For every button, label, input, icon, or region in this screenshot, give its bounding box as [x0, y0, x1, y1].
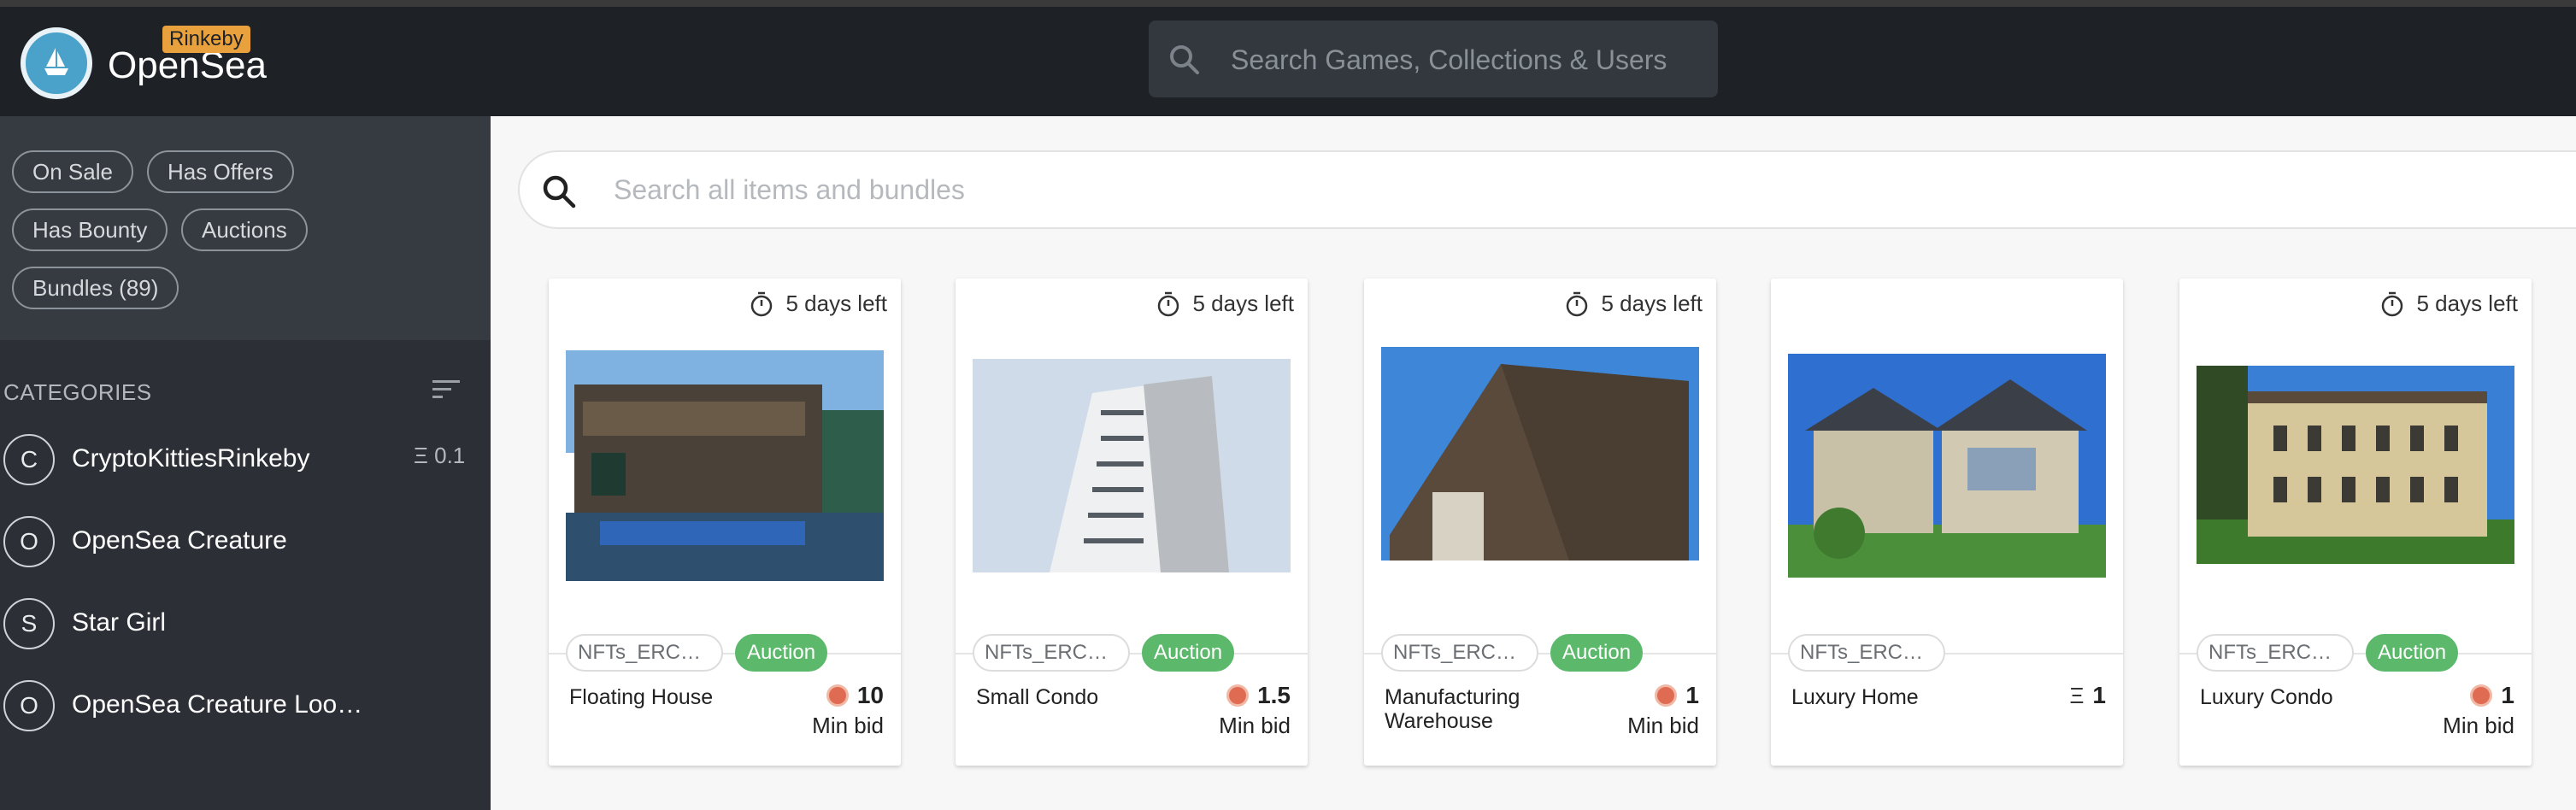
asset-card-luxury-condo[interactable]: 5 days left NFTs_ERC7… Auction Luxury Co… [2179, 279, 2532, 766]
auction-badge: Auction [1550, 634, 1644, 672]
sidebar: On Sale Has Offers Has Bounty Auctions B… [0, 116, 491, 810]
filter-has-offers[interactable]: Has Offers [147, 150, 294, 193]
auction-badge: Auction [1142, 634, 1235, 672]
stopwatch-icon [1567, 291, 1588, 316]
category-floor-price: Ξ 0.1 [414, 443, 466, 468]
sort-icon[interactable] [432, 378, 462, 402]
timer-text: 5 days left [2416, 291, 2518, 316]
weth-icon [826, 684, 849, 707]
category-avatar: O [3, 516, 55, 567]
stopwatch-icon [2382, 291, 2403, 316]
timer-text: 5 days left [1192, 291, 1294, 316]
global-search-input[interactable]: Search Games, Collections & Users [1149, 21, 1718, 97]
category-item-opensea-creature[interactable]: O OpenSea Creature [0, 508, 491, 576]
asset-price: 10 [826, 682, 884, 709]
collection-chip[interactable]: NFTs_ERC7… [566, 634, 723, 672]
category-label: OpenSea Creature Loo… [72, 690, 363, 719]
asset-name: Small Condo [976, 685, 1099, 709]
asset-image[interactable] [566, 350, 884, 581]
search-icon [1170, 45, 1199, 74]
filter-auctions[interactable]: Auctions [181, 208, 308, 251]
items-search-input[interactable]: Search all items and bundles [518, 150, 2576, 229]
category-item-star-girl[interactable]: S Star Girl [0, 590, 491, 658]
eth-icon: Ξ [2069, 682, 2085, 708]
asset-price: Ξ 1 [2070, 682, 2106, 709]
auction-badge: Auction [735, 634, 828, 672]
collection-chip[interactable]: NFTs_ERC7… [1381, 634, 1538, 672]
asset-image[interactable] [1788, 354, 2106, 578]
weth-icon [2470, 684, 2493, 707]
asset-price: 1 [2470, 682, 2514, 709]
collection-chip[interactable]: NFTs_ERC7… [973, 634, 1130, 672]
asset-price: 1 [1655, 682, 1699, 709]
collection-chip[interactable]: NFTs_ERC7… [2197, 634, 2354, 672]
search-icon [543, 175, 576, 208]
filter-panel: On Sale Has Offers Has Bounty Auctions B… [0, 116, 491, 340]
asset-price: 1.5 [1226, 682, 1291, 709]
category-item-opensea-creature-loot[interactable]: O OpenSea Creature Loo… [0, 672, 491, 740]
timer-text: 5 days left [785, 291, 887, 316]
asset-name: Luxury Home [1791, 685, 1919, 709]
categories-heading: CATEGORIES [3, 379, 152, 405]
category-label: Star Girl [72, 608, 167, 637]
category-item-cryptokitties[interactable]: C CryptoKittiesRinkeby Ξ 0.1 [0, 426, 491, 494]
asset-image[interactable] [2197, 366, 2514, 564]
main-content: Search all items and bundles 5 days left… [491, 116, 2576, 810]
weth-icon [1226, 684, 1250, 707]
price-value: 1 [2092, 682, 2106, 708]
opensea-logo-icon[interactable] [21, 27, 92, 99]
asset-card-luxury-home[interactable]: NFTs_ERC7… Luxury Home Ξ 1 [1771, 279, 2123, 766]
min-bid-label: Min bid [2443, 713, 2514, 738]
items-search-placeholder: Search all items and bundles [614, 174, 965, 205]
asset-card-small-condo[interactable]: 5 days left NFTs_ERC7… Auction Small Con… [956, 279, 1308, 766]
auction-timer: 5 days left [2380, 291, 2518, 317]
auction-timer: 5 days left [1565, 291, 1703, 317]
min-bid-label: Min bid [812, 713, 884, 738]
weth-icon [1655, 684, 1678, 707]
filter-on-sale[interactable]: On Sale [12, 150, 133, 193]
auction-timer: 5 days left [750, 291, 887, 317]
filter-bundles[interactable]: Bundles (89) [12, 267, 179, 309]
asset-name: Luxury Condo [2200, 685, 2333, 709]
global-search-placeholder: Search Games, Collections & Users [1231, 44, 1667, 75]
category-avatar: C [3, 434, 55, 485]
price-value: 1.5 [1257, 682, 1291, 708]
asset-name: Manufacturing Warehouse [1385, 685, 1520, 733]
asset-card-manufacturing-warehouse[interactable]: 5 days left NFTs_ERC7… Auction Manufactu… [1364, 279, 1716, 766]
auction-badge: Auction [2366, 634, 2459, 672]
stopwatch-icon [1158, 291, 1179, 316]
category-avatar: O [3, 680, 55, 731]
top-navigation-bar: OpenSea Rinkeby Search Games, Collection… [0, 0, 2576, 116]
filter-has-bounty[interactable]: Has Bounty [12, 208, 168, 251]
min-bid-label: Min bid [1219, 713, 1291, 738]
min-bid-label: Min bid [1627, 713, 1699, 738]
asset-image[interactable] [973, 359, 1291, 572]
price-value: 1 [2501, 682, 2514, 708]
category-label: CryptoKittiesRinkeby [72, 444, 310, 472]
category-label: OpenSea Creature [72, 526, 287, 555]
asset-name: Floating House [569, 685, 714, 709]
price-value: 10 [856, 682, 884, 708]
network-badge: Rinkeby [162, 26, 250, 53]
asset-image[interactable] [1381, 347, 1699, 586]
collection-chip[interactable]: NFTs_ERC7… [1788, 634, 1945, 672]
auction-timer: 5 days left [1156, 291, 1294, 317]
stopwatch-icon [751, 291, 773, 316]
timer-text: 5 days left [1601, 291, 1703, 316]
price-value: 1 [1685, 682, 1699, 708]
asset-card-floating-house[interactable]: 5 days left NFTs_ERC7… Auction Floating … [549, 279, 901, 766]
category-avatar: S [3, 598, 55, 649]
